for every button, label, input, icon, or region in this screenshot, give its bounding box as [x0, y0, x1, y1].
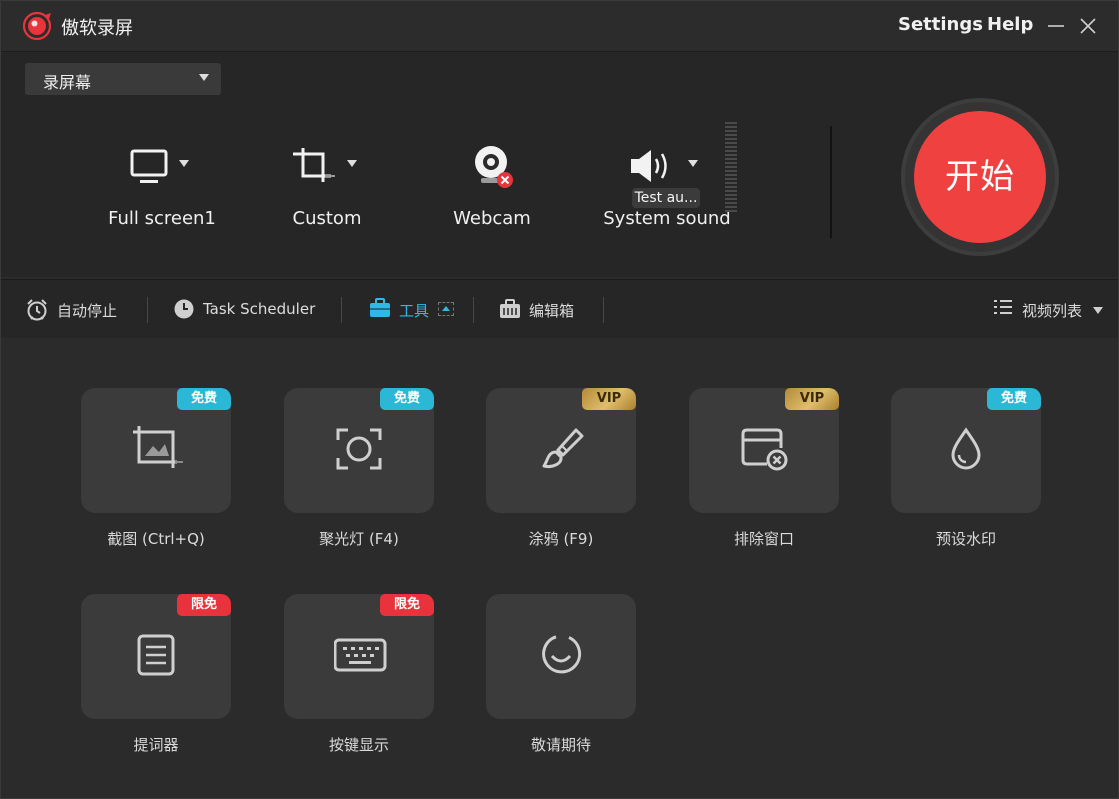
tool-watermark[interactable]: 免费: [891, 388, 1041, 513]
audio-level-meter: [725, 122, 737, 212]
toolbar-separator: [603, 297, 604, 323]
tool-screenshot[interactable]: 免费: [81, 388, 231, 513]
brush-icon: [542, 428, 584, 468]
tool-doodle[interactable]: VIP: [486, 388, 636, 513]
source-webcam-label: Webcam: [453, 208, 531, 229]
badge-vip: VIP: [785, 388, 839, 410]
tool-spotlight-label: 聚光灯 (F4): [319, 530, 399, 548]
video-list-label: 视频列表: [1022, 302, 1083, 320]
settings-link[interactable]: Settings: [898, 14, 983, 35]
chevron-up-icon: [438, 302, 454, 316]
badge-free: 免费: [987, 388, 1041, 410]
source-custom-label: Custom: [292, 208, 362, 229]
webcam-disabled-icon: [475, 146, 513, 188]
list-icon: [994, 300, 1012, 314]
task-scheduler-label: Task Scheduler: [203, 300, 316, 318]
chevron-down-icon[interactable]: [347, 160, 357, 167]
tools-panel: 免费 截图 (Ctrl+Q) 免费 聚光灯 (F4) VIP 涂鸦 (F9) V…: [1, 338, 1118, 798]
toolbar-separator: [473, 297, 474, 323]
monitor-icon: [130, 149, 168, 183]
tools-tab[interactable]: 工具: [369, 280, 459, 338]
tool-watermark-label: 预设水印: [935, 530, 996, 548]
teleprompter-icon: [137, 634, 175, 676]
speaker-icon: [631, 150, 667, 182]
tool-keystroke-display-label: 按键显示: [328, 736, 389, 754]
source-fullscreen[interactable]: Full screen1: [99, 142, 225, 232]
task-scheduler-button[interactable]: Task Scheduler: [173, 280, 323, 338]
app-title: 傲软录屏: [61, 18, 133, 39]
tool-exclude-window[interactable]: VIP: [689, 388, 839, 513]
tool-coming-soon[interactable]: [486, 594, 636, 719]
auto-stop-button[interactable]: 自动停止: [25, 280, 135, 338]
editor-box-button[interactable]: 编辑箱: [499, 280, 589, 338]
source-webcam[interactable]: Webcam: [441, 142, 543, 232]
alarm-clock-icon: [27, 299, 47, 321]
tool-exclude-window-label: 排除窗口: [733, 530, 794, 548]
help-link[interactable]: Help: [987, 14, 1033, 35]
tool-keystroke-display[interactable]: 限免: [284, 594, 434, 719]
source-system-sound-label: System sound: [603, 208, 731, 229]
source-custom[interactable]: Custom: [267, 142, 387, 232]
close-icon[interactable]: [1076, 14, 1100, 38]
app-window: 傲软录屏 Settings Help 录屏幕 Full screen1 Cust…: [0, 0, 1119, 799]
chevron-down-icon[interactable]: [688, 160, 698, 167]
watermark-drop-icon: [951, 427, 981, 470]
record-mode-value: 录屏幕: [43, 73, 92, 92]
coming-soon-icon: [542, 635, 582, 674]
badge-free: 免费: [380, 388, 434, 410]
auto-stop-label: 自动停止: [57, 302, 118, 320]
tools-tab-label: 工具: [399, 302, 430, 320]
badge-limited: 限免: [380, 594, 434, 616]
toolbox-icon: [370, 298, 390, 317]
screenshot-icon: [133, 426, 183, 468]
crop-icon: [293, 148, 335, 182]
briefcase-icon: [500, 299, 520, 318]
keyboard-icon: [334, 638, 387, 672]
video-list-button[interactable]: 视频列表: [994, 280, 1106, 338]
exclude-window-icon: [741, 428, 788, 471]
source-system-sound[interactable]: System sound: [601, 142, 733, 232]
test-audio-button[interactable]: Test au...: [632, 188, 700, 208]
record-mode-select[interactable]: 录屏幕: [25, 63, 221, 95]
chevron-down-icon[interactable]: [179, 160, 189, 167]
toolbar: 自动停止 Task Scheduler 工具 编辑箱 视频列表: [1, 279, 1118, 339]
divider: [830, 126, 832, 238]
chevron-down-icon: [1093, 307, 1103, 314]
badge-limited: 限免: [177, 594, 231, 616]
badge-vip: VIP: [582, 388, 636, 410]
spotlight-icon: [336, 428, 382, 470]
toolbar-separator: [341, 297, 342, 323]
start-record-button[interactable]: 开始: [914, 111, 1046, 243]
source-fullscreen-label: Full screen1: [108, 208, 216, 229]
toolbar-separator: [147, 297, 148, 323]
badge-free: 免费: [177, 388, 231, 410]
title-bar: 傲软录屏 Settings Help: [1, 1, 1118, 52]
clock-icon: [174, 299, 194, 319]
record-controls: 录屏幕 Full screen1 Custom Webcam System so…: [1, 52, 1118, 277]
tool-doodle-label: 涂鸦 (F9): [528, 530, 594, 548]
editor-box-label: 编辑箱: [529, 302, 575, 320]
app-logo-icon: [23, 11, 52, 41]
tool-coming-soon-label: 敬请期待: [530, 736, 591, 754]
minimize-icon[interactable]: [1044, 14, 1068, 38]
chevron-down-icon: [199, 74, 209, 81]
tool-teleprompter[interactable]: 限免: [81, 594, 231, 719]
tool-teleprompter-label: 提词器: [133, 736, 179, 754]
tool-spotlight[interactable]: 免费: [284, 388, 434, 513]
tool-screenshot-label: 截图 (Ctrl+Q): [107, 530, 205, 548]
